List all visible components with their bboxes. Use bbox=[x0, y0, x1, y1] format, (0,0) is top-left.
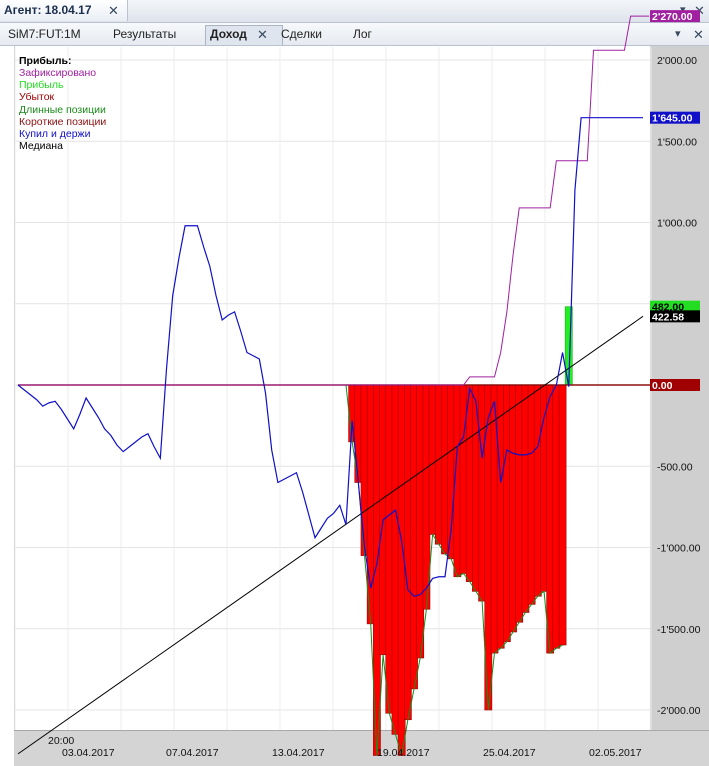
legend-item-loss: Убыток bbox=[19, 91, 55, 104]
y-tick-label: -1'000.00 bbox=[657, 543, 701, 555]
y-tick-label: 2'000.00 bbox=[657, 55, 697, 67]
value-label: 0.00 bbox=[652, 380, 673, 392]
y-tick-label: 1'500.00 bbox=[657, 136, 697, 148]
x-tick-label: 13.04.2017 bbox=[272, 747, 325, 759]
x-tick-label: 07.04.2017 bbox=[166, 747, 219, 759]
y-tick-label: -500.00 bbox=[657, 461, 693, 473]
legend-item-buyhold: Купил и держи bbox=[19, 128, 91, 141]
fixed-profit-line bbox=[18, 15, 650, 386]
value-label: 2'270.00 bbox=[652, 11, 693, 23]
value-label: 1'645.00 bbox=[652, 113, 693, 125]
x-tick-label: 03.04.2017 bbox=[62, 747, 115, 759]
legend-item-long: Длинные позиции bbox=[19, 103, 106, 116]
legend-item-short: Короткие позиции bbox=[19, 115, 107, 128]
legend-item-fixed: Зафиксировано bbox=[19, 67, 97, 79]
y-tick-label: -1'500.00 bbox=[657, 624, 701, 636]
x-tick-label: 25.04.2017 bbox=[483, 747, 536, 759]
value-label: 422.58 bbox=[652, 311, 684, 323]
legend-title: Прибыль: bbox=[19, 55, 72, 67]
y-tick-label: -2'000.00 bbox=[657, 705, 701, 717]
chart-canvas: 2'000.001'500.001'000.00500.000.00-500.0… bbox=[14, 10, 701, 759]
x-tick-label: 19.04.2017 bbox=[377, 747, 430, 759]
x-tick-label: 02.05.2017 bbox=[589, 747, 642, 759]
legend-item-profit: Прибыль bbox=[19, 79, 64, 92]
loss-bar bbox=[558, 384, 567, 646]
x-top-label: 20:00 bbox=[48, 735, 74, 747]
chart-legend: Прибыль: Зафиксировано Прибыль Убыток Дл… bbox=[19, 55, 106, 152]
y-tick-label: 1'000.00 bbox=[657, 218, 697, 230]
legend-item-median: Медиана bbox=[19, 140, 63, 153]
